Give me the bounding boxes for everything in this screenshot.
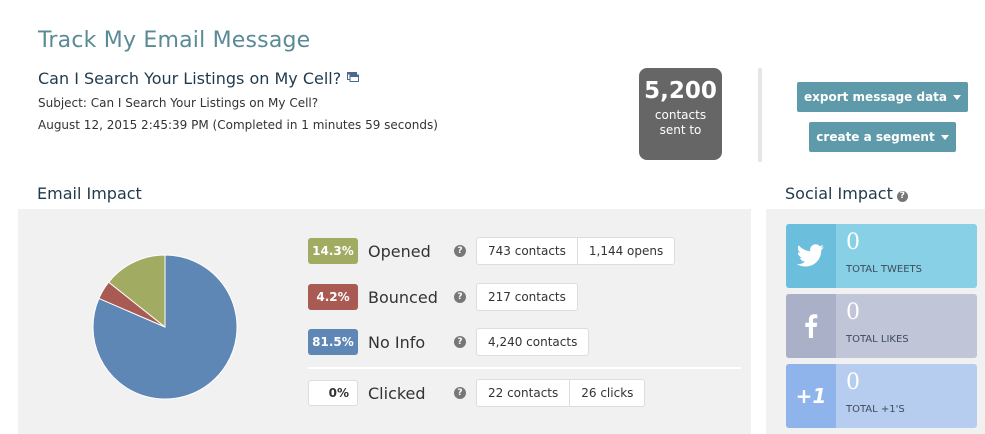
no-info-stats: 4,240 contacts	[476, 328, 590, 356]
bounced-contacts-link[interactable]: 217 contacts	[477, 284, 577, 310]
contacts-sent-label-1: contacts	[654, 108, 707, 122]
message-date: August 12, 2015 2:45:39 PM (Completed in…	[38, 118, 438, 132]
page-title: Track My Email Message	[38, 28, 311, 53]
facebook-card: 0 TOTAL LIKES	[786, 294, 977, 358]
email-impact-panel: 14.3% Opened ? 743 contacts 1,144 opens …	[18, 209, 751, 434]
help-icon[interactable]: ?	[896, 191, 908, 202]
twitter-card: 0 TOTAL TWEETS	[786, 224, 977, 288]
popout-icon[interactable]	[347, 72, 359, 82]
social-impact-panel: 0 TOTAL TWEETS 0 TOTAL LIKES +1 0 TOTAL …	[766, 209, 985, 434]
social-impact-label: Social Impact	[785, 184, 893, 203]
create-segment-button[interactable]: create a segment	[809, 122, 956, 152]
export-message-data-label: export message data	[804, 90, 947, 104]
social-impact-title: Social Impact?	[785, 184, 908, 203]
contacts-sent-label-2: sent to	[659, 123, 702, 137]
contacts-sent-badge: 5,200 contacts sent to	[639, 68, 722, 160]
message-subject: Subject: Can I Search Your Listings on M…	[38, 96, 319, 110]
google-plus-one-icon: +1	[786, 364, 836, 428]
clicked-stats: 22 contacts 26 clicks	[476, 379, 646, 407]
no-info-contacts-link[interactable]: 4,240 contacts	[477, 329, 588, 355]
opened-stats: 743 contacts 1,144 opens	[476, 237, 676, 265]
help-icon[interactable]: ?	[454, 245, 466, 257]
twitter-bird-icon	[786, 224, 836, 288]
bounced-percent-badge: 4.2%	[308, 284, 358, 310]
contacts-sent-count: 5,200	[644, 78, 717, 104]
bounced-label: Bounced	[368, 287, 438, 307]
clicked-contacts-link[interactable]: 22 contacts	[477, 380, 571, 406]
google-plus-one-glyph: +1	[795, 384, 827, 408]
create-segment-label: create a segment	[816, 130, 935, 144]
clicked-percent-badge: 0%	[308, 380, 358, 406]
metric-row-no-info: 81.5% No Info ? 4,240 contacts	[308, 328, 590, 356]
metric-row-bounced: 4.2% Bounced ? 217 contacts	[308, 283, 578, 311]
message-title: Can I Search Your Listings on My Cell?	[38, 69, 342, 88]
help-icon[interactable]: ?	[454, 291, 466, 303]
opened-label: Opened	[368, 241, 431, 261]
chevron-down-icon	[953, 94, 961, 100]
opened-percent-badge: 14.3%	[308, 238, 358, 264]
header-divider	[758, 68, 762, 162]
total-tweets-count: 0	[846, 230, 860, 255]
email-impact-pie-chart	[92, 254, 238, 400]
no-info-label: No Info	[368, 332, 426, 352]
clicked-clicks-link[interactable]: 26 clicks	[570, 380, 644, 406]
no-info-percent-badge: 81.5%	[308, 329, 358, 355]
total-tweets-label: TOTAL TWEETS	[846, 264, 922, 275]
total-plus-ones-label: TOTAL +1'S	[846, 404, 905, 415]
total-plus-ones-count: 0	[846, 370, 860, 395]
opened-contacts-link[interactable]: 743 contacts	[477, 238, 578, 264]
bounced-stats: 217 contacts	[476, 283, 578, 311]
google-plus-card: +1 0 TOTAL +1'S	[786, 364, 977, 428]
clicked-label: Clicked	[368, 383, 426, 403]
metrics-divider	[308, 367, 741, 369]
help-icon[interactable]: ?	[454, 387, 466, 399]
metric-row-clicked: 0% Clicked ? 22 contacts 26 clicks	[308, 379, 646, 407]
email-impact-title: Email Impact	[37, 184, 142, 203]
facebook-f-icon	[786, 294, 836, 358]
total-likes-label: TOTAL LIKES	[846, 334, 909, 345]
opened-opens-link[interactable]: 1,144 opens	[578, 238, 674, 264]
chevron-down-icon	[940, 134, 949, 140]
help-icon[interactable]: ?	[454, 336, 466, 348]
total-likes-count: 0	[846, 300, 860, 325]
metric-row-opened: 14.3% Opened ? 743 contacts 1,144 opens	[308, 237, 676, 265]
export-message-data-button[interactable]: export message data	[797, 82, 968, 112]
